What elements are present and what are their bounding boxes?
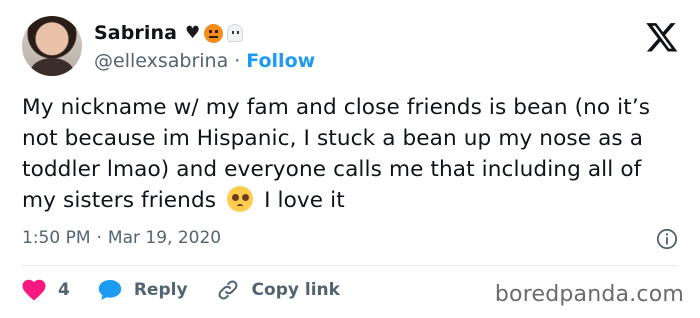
avatar[interactable] (22, 16, 82, 76)
like-button[interactable]: 4 (22, 279, 70, 301)
tweet-header: Sabrina ♥ @ellexsabrina · Follow (22, 16, 680, 80)
separator-dot: · (234, 50, 241, 72)
tweet-date: Mar 19, 2020 (107, 228, 222, 248)
author-name[interactable]: Sabrina (94, 22, 177, 44)
follow-button[interactable]: Follow (246, 50, 315, 72)
ghost-icon (227, 24, 244, 42)
info-icon[interactable] (656, 228, 678, 250)
reply-button[interactable]: Reply (98, 279, 188, 301)
link-icon (218, 280, 238, 300)
handle-line: @ellexsabrina · Follow (94, 50, 315, 72)
like-count: 4 (58, 280, 70, 300)
divider (22, 265, 678, 266)
watermark: boredpanda.com (494, 282, 684, 307)
tweet-text-end: I love it (264, 188, 345, 213)
reply-label: Reply (133, 280, 188, 300)
heart-icon (22, 279, 46, 301)
jack-o-lantern-icon (204, 23, 224, 43)
action-bar: 4 Reply Copy link (22, 278, 368, 302)
copy-link-button[interactable]: Copy link (216, 278, 340, 302)
timestamp-separator: · (96, 228, 102, 248)
black-heart-icon: ♥ (185, 23, 201, 43)
reply-bubble-icon (98, 280, 122, 300)
author-handle[interactable]: @ellexsabrina (94, 50, 228, 72)
tweet-timestamp[interactable]: 1:50 PM · Mar 19, 2020 (22, 228, 221, 248)
author-name-line: Sabrina ♥ (94, 22, 244, 44)
tweet-text: My nickname w/ my fam and close friends … (22, 92, 682, 216)
tweet-time: 1:50 PM (22, 228, 91, 248)
pleading-face-icon (227, 186, 254, 212)
copy-link-label: Copy link (251, 280, 340, 300)
x-logo-icon[interactable] (644, 20, 680, 54)
